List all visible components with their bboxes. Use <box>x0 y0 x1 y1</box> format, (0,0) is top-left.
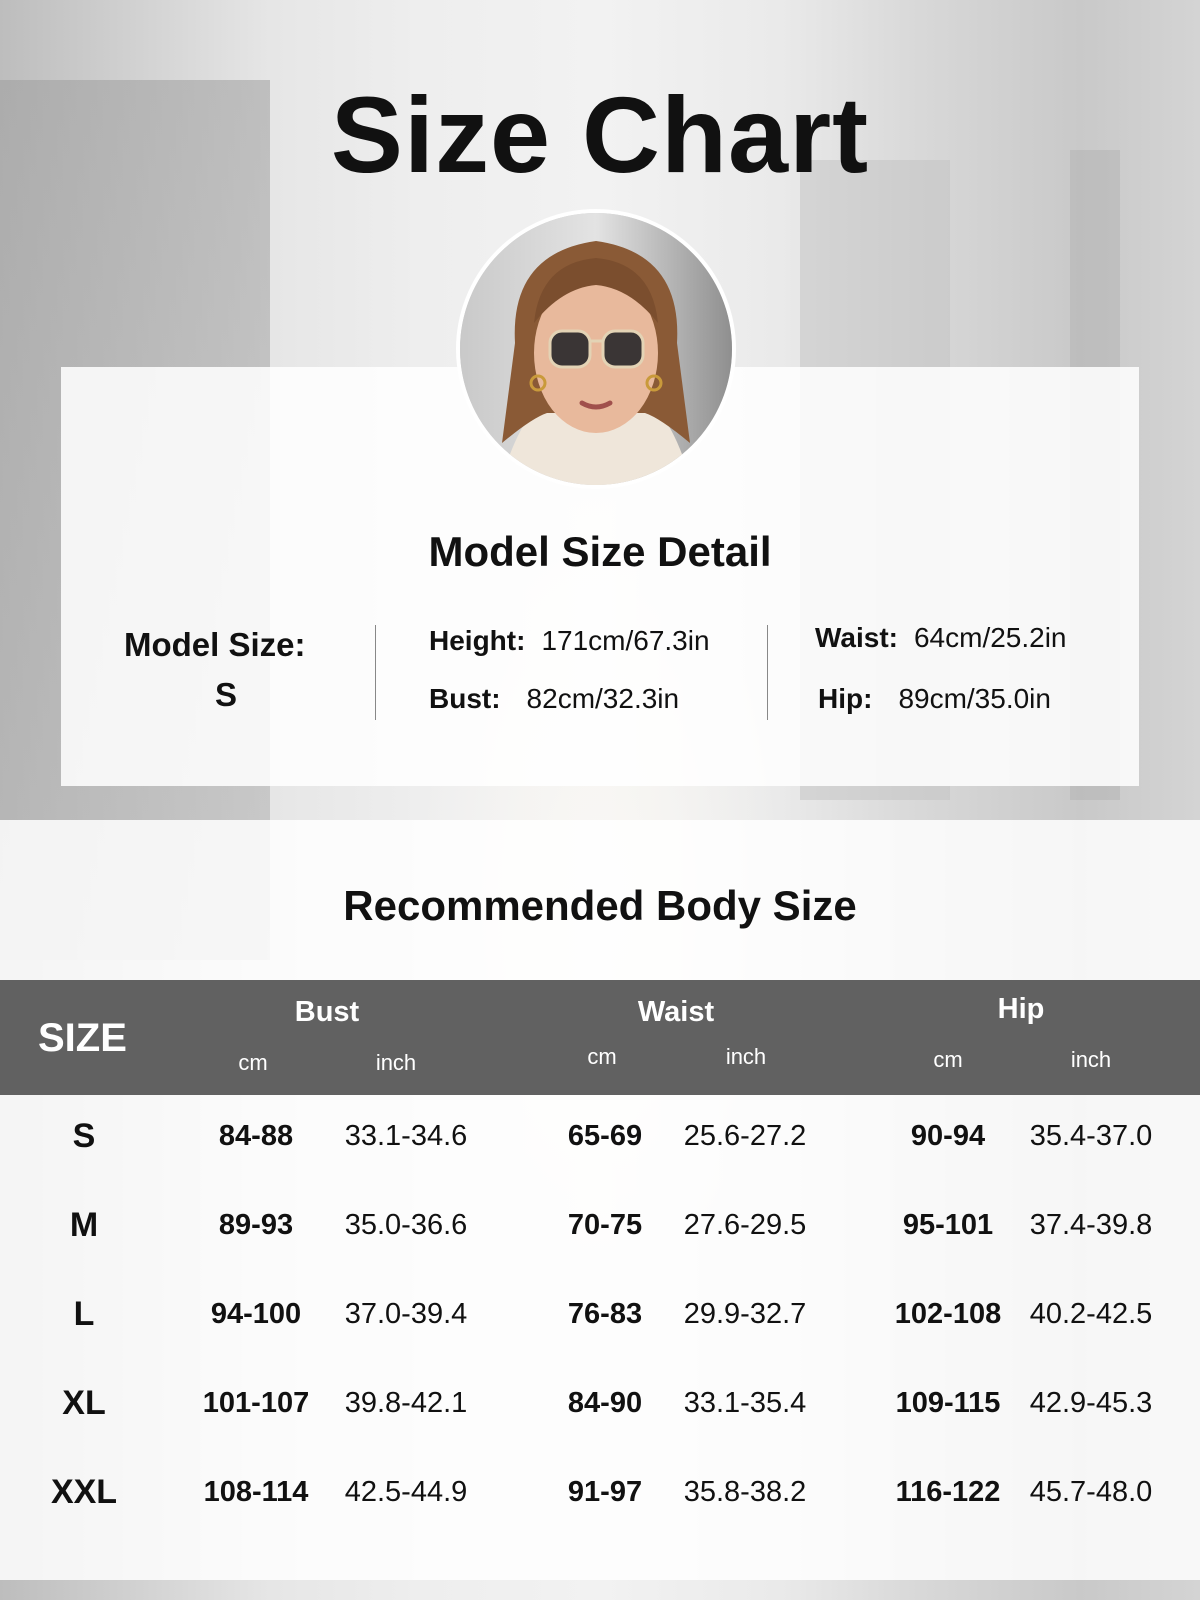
cell-hip-inch: 42.9-45.3 <box>1029 1387 1153 1419</box>
cell-waist-cm: 70-75 <box>567 1209 643 1241</box>
cell-size: XL <box>62 1384 106 1422</box>
cell-size: L <box>73 1295 95 1333</box>
cell-bust-cm: 84-88 <box>218 1120 294 1152</box>
cell-waist-cm: 76-83 <box>567 1298 643 1330</box>
header-bust: Bust <box>294 996 360 1028</box>
cell-waist-inch: 25.6-27.2 <box>683 1120 807 1152</box>
cell-size: M <box>69 1206 99 1244</box>
cell-hip-cm: 109-115 <box>895 1387 1001 1419</box>
cell-waist-cm: 84-90 <box>567 1387 643 1419</box>
cell-size: S <box>72 1117 96 1155</box>
header-hip-cm: cm <box>933 1047 963 1072</box>
cell-bust-inch: 42.5-44.9 <box>344 1476 468 1508</box>
height-label: Height: <box>429 625 526 656</box>
cell-bust-cm: 101-107 <box>202 1387 310 1419</box>
waist-label: Waist: <box>815 622 898 653</box>
size-table-header: SIZE Bust Waist Hip cm inch cm inch cm i… <box>0 980 1200 1095</box>
cell-waist-inch: 35.8-38.2 <box>683 1476 807 1508</box>
cell-hip-cm: 102-108 <box>894 1298 1002 1330</box>
header-waist-inch: inch <box>725 1044 767 1069</box>
model-avatar <box>456 209 736 489</box>
cell-bust-cm: 89-93 <box>218 1209 294 1241</box>
waist-row: Waist: 64cm/25.2in <box>815 622 1067 654</box>
cell-hip-inch: 45.7-48.0 <box>1029 1476 1153 1508</box>
cell-bust-inch: 35.0-36.6 <box>344 1209 468 1241</box>
model-portrait-image <box>460 213 732 485</box>
header-size: SIZE <box>38 1016 127 1060</box>
cell-hip-inch: 37.4-39.8 <box>1029 1209 1153 1241</box>
cell-bust-inch: 37.0-39.4 <box>344 1298 468 1330</box>
height-value: 171cm/67.3in <box>541 625 710 656</box>
bust-label: Bust: <box>429 683 501 714</box>
cell-bust-cm: 94-100 <box>210 1298 302 1330</box>
cell-hip-cm: 90-94 <box>910 1120 986 1152</box>
divider <box>767 625 768 720</box>
cell-hip-inch: 35.4-37.0 <box>1029 1120 1153 1152</box>
bust-value: 82cm/32.3in <box>526 683 680 714</box>
model-size-detail-title: Model Size Detail <box>428 528 772 575</box>
model-size-label: Model Size: <box>124 626 306 663</box>
header-hip: Hip <box>997 993 1045 1025</box>
header-bust-inch: inch <box>375 1050 417 1075</box>
page-title: Size Chart <box>330 74 870 195</box>
bust-row: Bust: 82cm/32.3in <box>429 683 679 715</box>
height-row: Height: 171cm/67.3in <box>429 625 710 657</box>
divider <box>375 625 376 720</box>
cell-waist-inch: 29.9-32.7 <box>683 1298 807 1330</box>
cell-waist-inch: 27.6-29.5 <box>683 1209 807 1241</box>
header-hip-inch: inch <box>1070 1047 1112 1072</box>
hip-value: 89cm/35.0in <box>898 683 1051 714</box>
cell-hip-cm: 95-101 <box>902 1209 994 1241</box>
cell-bust-cm: 108-114 <box>203 1476 309 1508</box>
cell-hip-cm: 116-122 <box>895 1476 1001 1508</box>
hip-row: Hip: 89cm/35.0in <box>818 683 1051 715</box>
header-waist: Waist <box>637 996 715 1028</box>
header-bust-cm: cm <box>238 1050 268 1075</box>
cell-bust-inch: 33.1-34.6 <box>344 1120 468 1152</box>
cell-waist-inch: 33.1-35.4 <box>683 1387 807 1419</box>
cell-waist-cm: 65-69 <box>567 1120 643 1152</box>
cell-bust-inch: 39.8-42.1 <box>344 1387 468 1419</box>
cell-hip-inch: 40.2-42.5 <box>1029 1298 1153 1330</box>
cell-waist-cm: 91-97 <box>567 1476 643 1508</box>
waist-value: 64cm/25.2in <box>913 622 1067 653</box>
header-waist-cm: cm <box>587 1044 617 1069</box>
model-size-value: S <box>214 676 237 713</box>
recommended-body-size-title: Recommended Body Size <box>343 882 857 929</box>
hip-label: Hip: <box>818 683 873 714</box>
cell-size: XXL <box>50 1473 118 1511</box>
recommended-size-card <box>0 820 1200 1580</box>
